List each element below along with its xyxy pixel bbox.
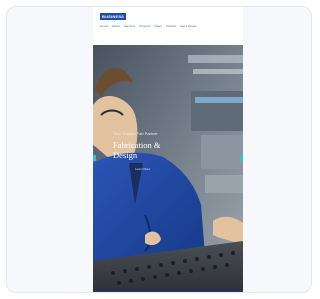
nav-menu: Home About Services Projects News Contac… <box>100 23 240 29</box>
nav-item-home[interactable]: Home <box>100 24 108 28</box>
hero-kicker: Your Trusted Fab Partner <box>113 131 158 136</box>
hero-text-block: Your Trusted Fab Partner Fabrication & D… <box>113 131 183 171</box>
carousel-prev-icon[interactable] <box>93 155 96 161</box>
nav-item-projects[interactable]: Projects <box>139 24 150 28</box>
site-header: BUSINESS Home About Services Projects Ne… <box>93 7 243 45</box>
nav-item-news[interactable]: News <box>154 24 162 28</box>
nav-item-services[interactable]: Services <box>124 24 136 28</box>
nav-item-contact[interactable]: Contact <box>166 24 176 28</box>
nav-item-quote[interactable]: Get a Quote <box>180 24 196 28</box>
hero-section: Your Trusted Fab Partner Fabrication & D… <box>93 45 243 292</box>
carousel-next-icon[interactable] <box>240 155 243 161</box>
hero-cta-link[interactable]: Learn More <box>135 167 183 171</box>
site-logo[interactable]: BUSINESS <box>100 13 127 20</box>
bottom-nav-bar <box>93 291 243 292</box>
hero-title: Fabrication & Design <box>113 140 161 160</box>
mobile-page-preview[interactable]: BUSINESS Home About Services Projects Ne… <box>93 7 243 292</box>
nav-item-about[interactable]: About <box>112 24 120 28</box>
preview-card: BUSINESS Home About Services Projects Ne… <box>6 6 312 293</box>
